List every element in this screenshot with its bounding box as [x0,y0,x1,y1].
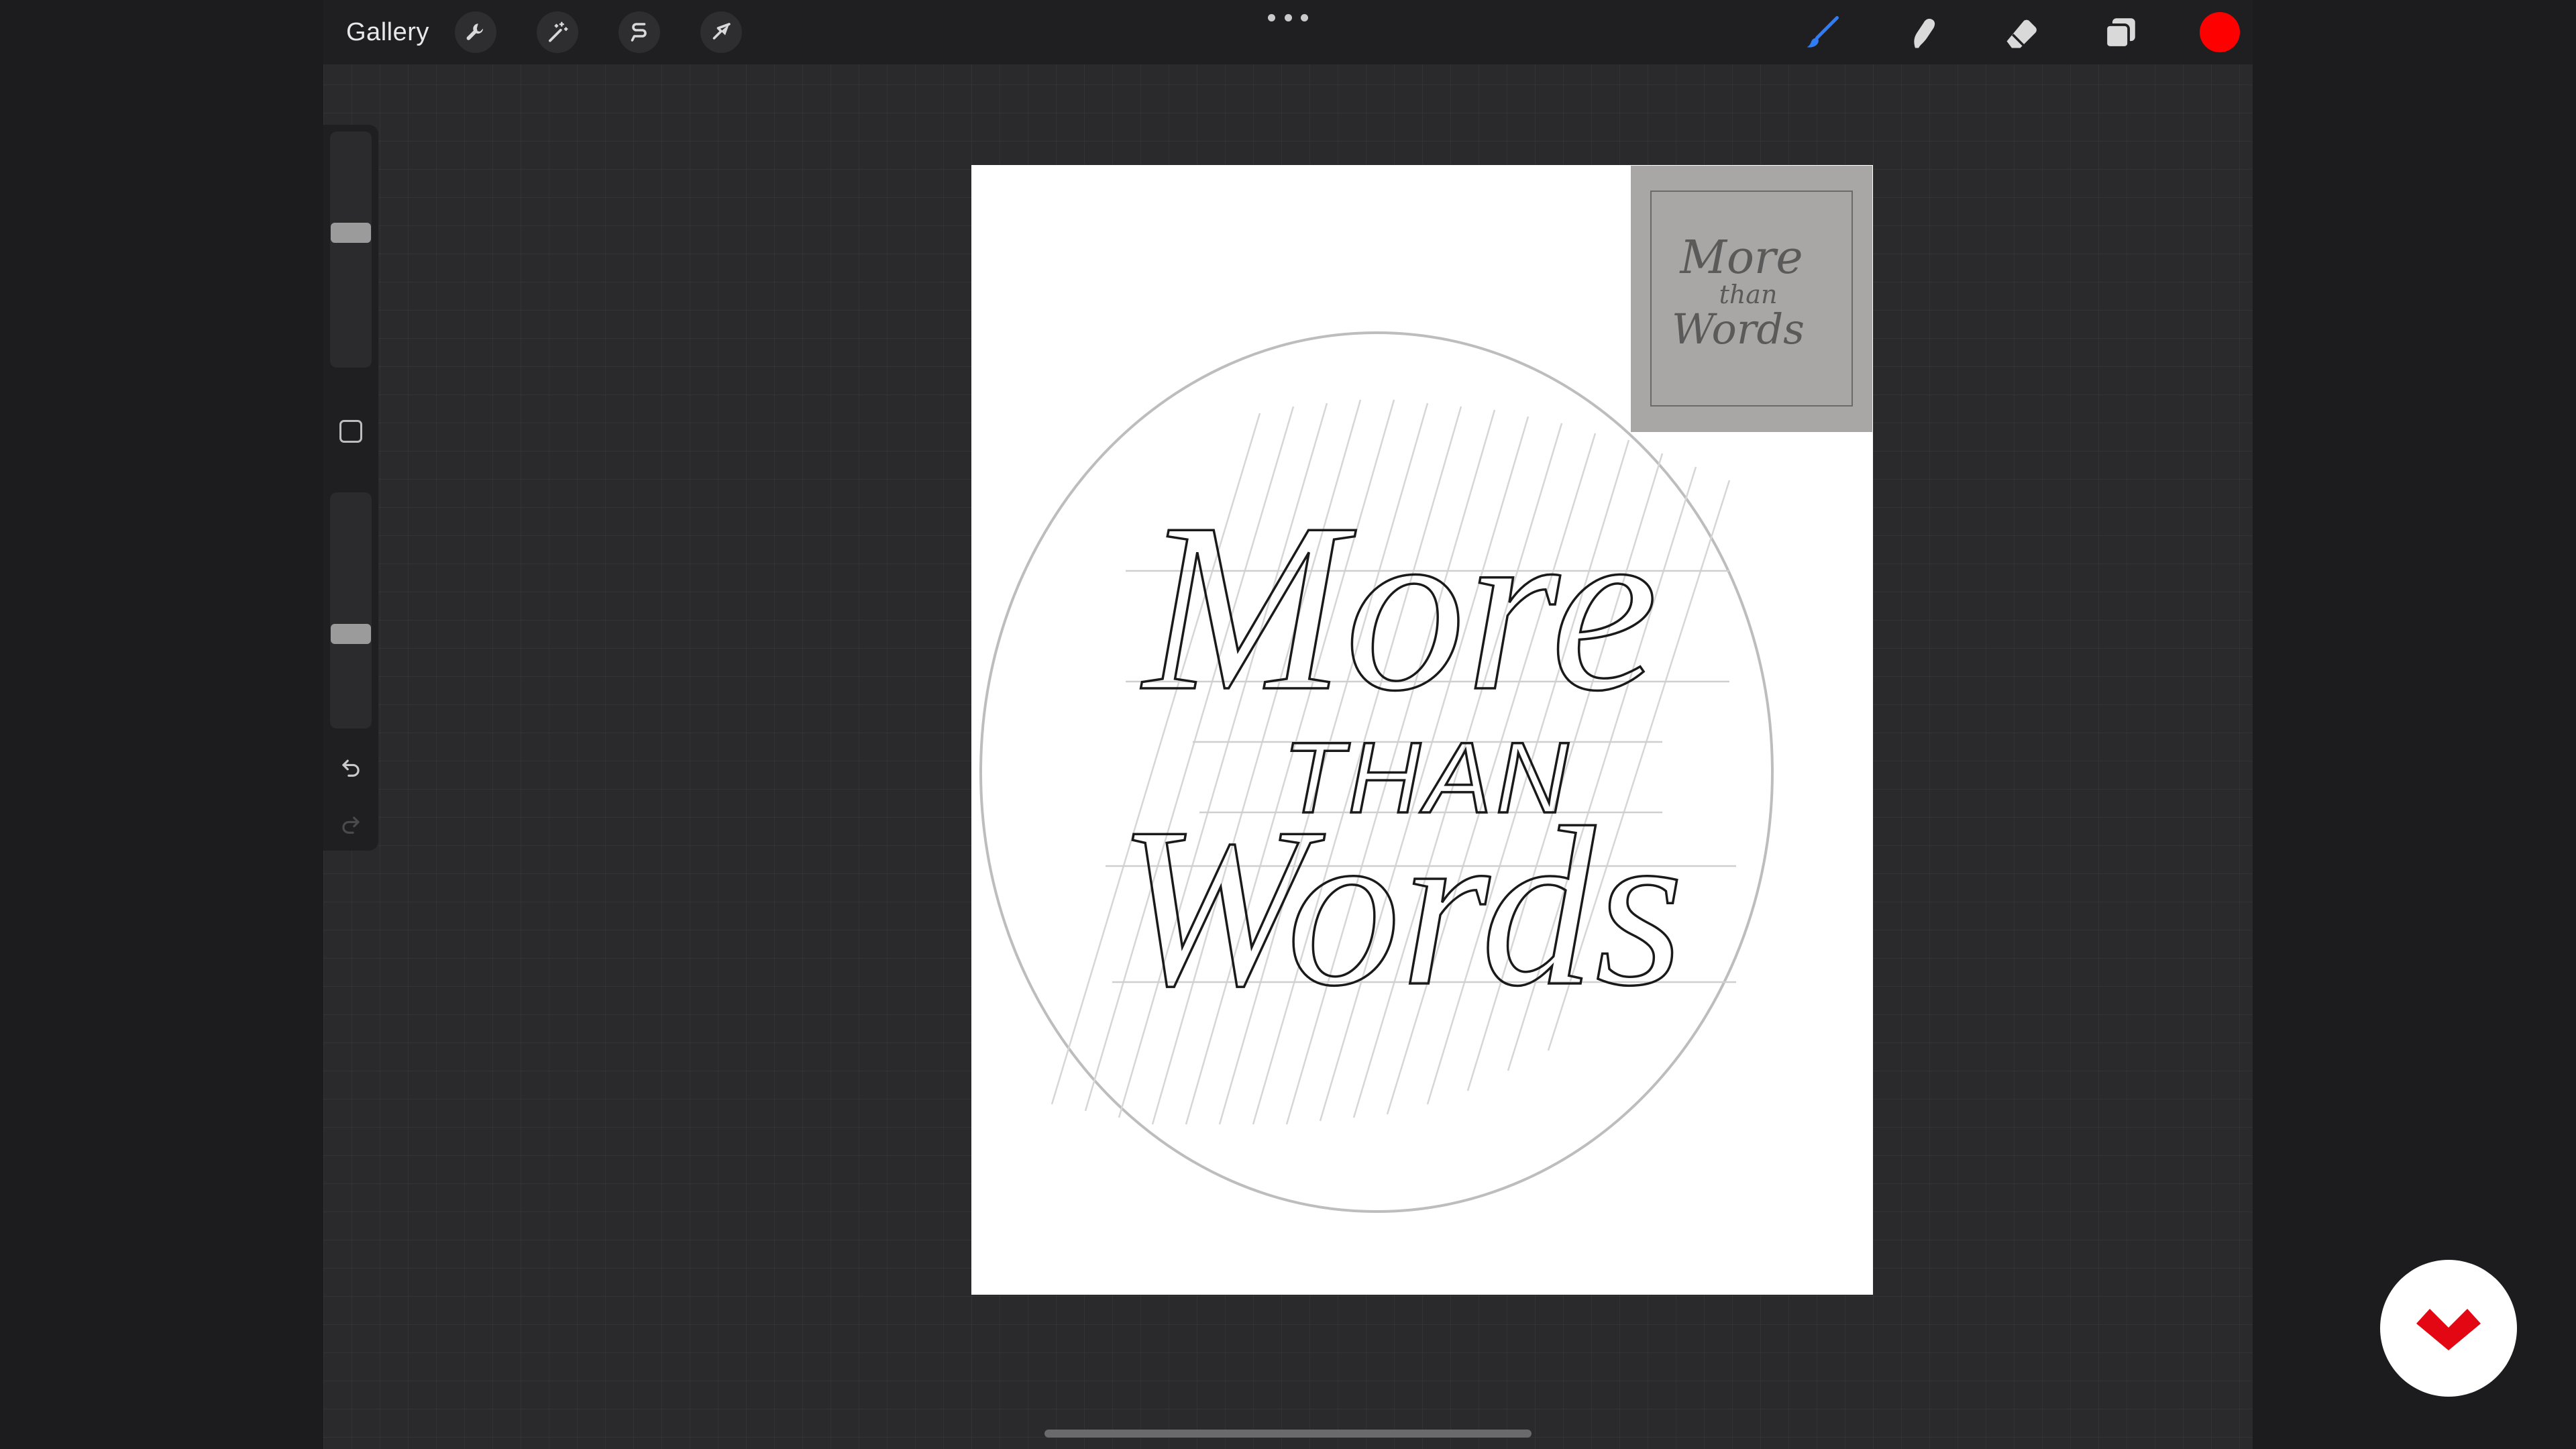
brand-badge [2380,1260,2517,1397]
magic-wand-icon [549,21,568,42]
domestika-logo-icon [2416,1309,2481,1350]
eraser-icon [2006,19,2037,48]
color-picker-swatch[interactable] [2200,12,2240,52]
redo-button[interactable] [337,809,365,837]
opacity-slider[interactable] [330,492,372,729]
sketch-word-words: Words [1118,780,1684,1033]
layers-icon [2104,18,2135,49]
dot [1268,13,1275,21]
paint-tool-button[interactable] [1799,9,1845,56]
arrow-cursor-icon [712,23,731,40]
brush-icon [1807,16,1839,48]
dot [1301,13,1308,21]
transform-button[interactable] [700,11,742,53]
erase-tool-button[interactable] [1998,9,2045,56]
sidebar [323,125,378,851]
app-window: Gallery More THAN Words More than Words [0,0,2576,1449]
sketch-word-more: More [1140,473,1658,741]
reference-line-3: Words [1672,305,1805,354]
top-toolbar: Gallery [323,0,2253,64]
procreate-screen: Gallery More THAN Words More than Words [323,0,2253,1449]
undo-button[interactable] [337,752,365,780]
reference-sketch: More than Words [1631,166,1872,432]
reference-image[interactable]: More than Words [1631,166,1872,432]
actions-button[interactable] [455,11,496,53]
home-indicator[interactable] [1044,1430,1532,1438]
modify-button[interactable] [339,420,362,443]
gallery-button[interactable]: Gallery [346,13,429,51]
adjustments-button[interactable] [537,11,578,53]
wrench-icon [466,23,484,40]
brush-size-thumb[interactable] [331,223,371,243]
brush-size-slider[interactable] [330,131,372,368]
undo-icon [342,759,360,777]
dot [1284,13,1292,21]
opacity-thumb[interactable] [331,624,371,644]
selection-button[interactable] [619,11,660,53]
selection-s-icon [631,23,647,42]
smudge-icon [1914,19,1935,48]
more-options-dots[interactable] [1268,11,1308,24]
smudge-tool-button[interactable] [1898,9,1945,56]
redo-icon [342,816,360,834]
reference-line-1: More [1678,231,1803,284]
layers-button[interactable] [2097,9,2144,56]
